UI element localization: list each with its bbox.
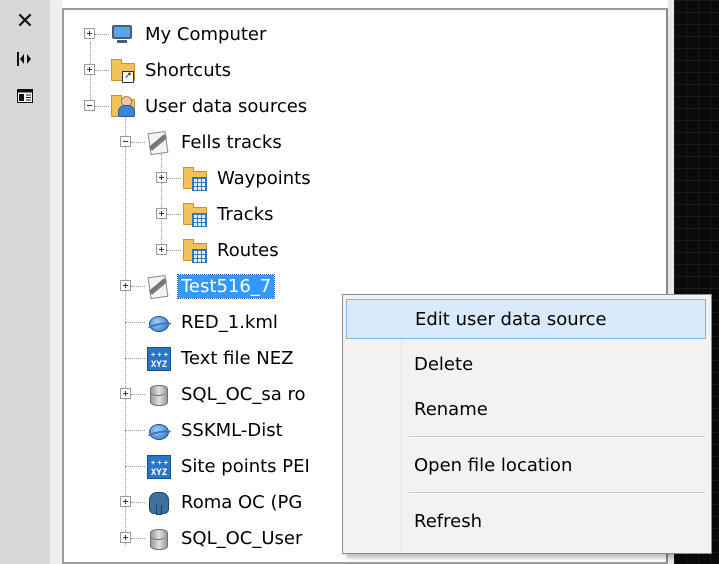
tree-item-label: Waypoints (217, 167, 311, 189)
menu-separator (409, 492, 705, 494)
tree-line (125, 358, 145, 359)
dock-arrows-icon (17, 52, 31, 66)
kml-globe-icon (145, 310, 175, 335)
tree-line (131, 142, 145, 143)
tree-line (131, 286, 145, 287)
folder-table-icon (182, 166, 207, 191)
folder-table-icon (182, 238, 207, 263)
tree-item-label: Tracks (217, 203, 274, 225)
tree-item-sskml-dist[interactable]: SSKML-Dist (145, 416, 286, 444)
tree-item-label: Shortcuts (145, 59, 232, 81)
kml-globe-icon (145, 418, 175, 443)
xyz-file-icon: XYZ (146, 454, 171, 479)
expand-toggle-sql-oc-user[interactable] (120, 532, 131, 543)
tree-item-text-file-nez[interactable]: XYZ Text file NEZ (146, 344, 296, 372)
folder-shortcut-icon: ↗ (110, 58, 135, 83)
tree-item-red-1-kml[interactable]: RED_1.kml (145, 308, 281, 336)
tree-line (125, 430, 145, 431)
tree-line (167, 178, 181, 179)
tree-item-sql-oc-sa[interactable]: SQL_OC_sa ro (146, 380, 309, 408)
tree-item-label: SQL_OC_User (181, 527, 303, 549)
tree-item-test516-7[interactable]: Test516_7 (146, 272, 276, 300)
menu-item-open-file-location[interactable]: Open file location (346, 445, 706, 485)
tree-item-label: RED_1.kml (181, 311, 278, 333)
tree-line (95, 70, 109, 71)
expand-toggle-shortcuts[interactable] (84, 64, 95, 75)
expand-toggle-test516[interactable] (120, 280, 131, 291)
toolbar-gutter (50, 0, 62, 564)
expand-toggle-waypoints[interactable] (156, 172, 167, 183)
postgres-icon (146, 490, 170, 515)
menu-item-edit-user-data-source[interactable]: Edit user data source (346, 299, 706, 339)
database-icon (146, 526, 170, 550)
tree-item-site-points[interactable]: XYZ Site points PEI (146, 452, 313, 480)
tree-item-label: My Computer (145, 23, 267, 45)
panel-toggle-icon[interactable] (12, 83, 38, 109)
context-menu: Edit user data source Delete Rename Open… (342, 294, 712, 554)
tree-item-label-selected: Test516_7 (176, 273, 276, 299)
expand-toggle-tracks[interactable] (156, 208, 167, 219)
tree-item-tracks[interactable]: Tracks (182, 200, 276, 228)
tree-line (161, 154, 162, 248)
tree-item-my-computer[interactable]: My Computer (110, 20, 269, 48)
database-icon (146, 382, 170, 406)
expand-toggle-routes[interactable] (156, 244, 167, 255)
tree-item-routes[interactable]: Routes (182, 236, 282, 264)
folder-table-icon (182, 202, 207, 227)
side-toolbar: ✕ (0, 0, 50, 564)
tree-item-label: SSKML-Dist (181, 419, 283, 441)
user-folder-icon (110, 94, 135, 118)
tree-line (167, 214, 181, 215)
expand-toggle-my-computer[interactable] (84, 28, 95, 39)
tree-item-label: User data sources (145, 95, 308, 117)
menu-item-refresh[interactable]: Refresh (346, 501, 706, 541)
pencil-document-icon (146, 130, 170, 156)
tree-item-fells-tracks[interactable]: Fells tracks (146, 128, 285, 156)
tree-item-label: Roma OC (PG (181, 491, 303, 513)
tree-item-label: SQL_OC_sa ro (181, 383, 306, 405)
tree-line (125, 116, 126, 546)
expand-toggle-sql-oc-sa[interactable] (120, 388, 131, 399)
collapse-toggle-user-data-sources[interactable] (84, 100, 95, 111)
tree-line (95, 106, 109, 107)
tree-item-waypoints[interactable]: Waypoints (182, 164, 314, 192)
tree-line (95, 34, 109, 35)
pencil-document-icon (146, 274, 170, 300)
tree-item-roma-oc[interactable]: Roma OC (PG (146, 488, 305, 516)
collapse-toggle-fells-tracks[interactable] (120, 136, 131, 147)
tree-line (167, 250, 181, 251)
close-icon[interactable]: ✕ (12, 8, 38, 34)
tree-item-label: Fells tracks (181, 131, 282, 153)
tree-line (125, 466, 145, 467)
tree-line (131, 538, 145, 539)
panel-layout-icon (17, 89, 33, 103)
tree-line (131, 502, 145, 503)
monitor-icon (110, 22, 134, 46)
menu-item-delete[interactable]: Delete (346, 344, 706, 384)
menu-separator (409, 436, 705, 438)
menu-item-rename[interactable]: Rename (346, 389, 706, 429)
tree-item-label: Text file NEZ (181, 347, 294, 369)
tree-item-sql-oc-user[interactable]: SQL_OC_User (146, 524, 305, 552)
tree-item-shortcuts[interactable]: ↗ Shortcuts (110, 56, 234, 84)
tree-item-user-data-sources[interactable]: User data sources (110, 92, 310, 120)
tree-line (131, 394, 145, 395)
tree-item-label: Routes (217, 239, 279, 261)
xyz-file-icon: XYZ (146, 346, 171, 371)
tree-line (125, 322, 145, 323)
expand-toggle-roma-oc[interactable] (120, 496, 131, 507)
dock-toggle-icon[interactable] (12, 46, 38, 72)
tree-item-label: Site points PEI (181, 455, 310, 477)
